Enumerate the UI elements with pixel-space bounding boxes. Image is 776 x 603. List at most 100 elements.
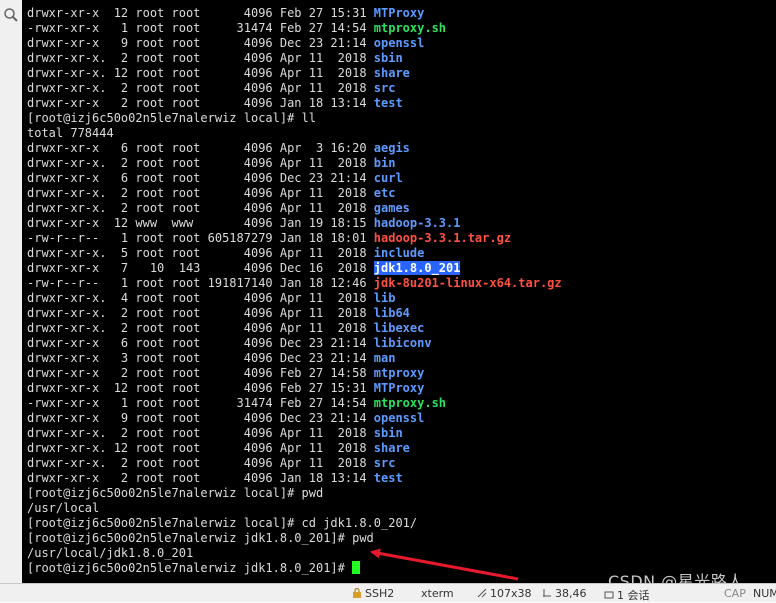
line-text: [root@izj6c50o02n5le7nalerwiz local]# cd… — [27, 516, 418, 530]
file-name: src — [373, 456, 396, 470]
line-text: drwxr-xr-x. 2 root root 4096 Apr 11 2018 — [27, 51, 374, 65]
line-text: total 778444 — [27, 126, 114, 140]
terminal-line: -rw-r--r-- 1 root root 191817140 Jan 18 … — [27, 276, 562, 291]
terminal-line: drwxr-xr-x. 2 root root 4096 Apr 11 2018… — [27, 186, 562, 201]
terminal-line: drwxr-xr-x. 2 root root 4096 Apr 11 2018… — [27, 201, 562, 216]
status-cursor-pos: 38,46 — [542, 587, 587, 600]
file-name: src — [373, 81, 396, 95]
terminal-line: drwxr-xr-x 6 root root 4096 Apr 3 16:20 … — [27, 141, 562, 156]
file-name: test — [373, 96, 403, 110]
terminal-line: drwxr-xr-x 12 root root 4096 Feb 27 15:3… — [27, 6, 562, 21]
line-text: /usr/local/jdk1.8.0_201 — [27, 546, 194, 560]
file-name: share — [373, 66, 410, 80]
terminal-line: [root@izj6c50o02n5le7nalerwiz jdk1.8.0_2… — [27, 561, 562, 576]
terminal-line: drwxr-xr-x 6 root root 4096 Dec 23 21:14… — [27, 336, 562, 351]
line-text: drwxr-xr-x 2 root root 4096 Jan 18 13:14 — [27, 471, 374, 485]
line-text: drwxr-xr-x. 2 root root 4096 Apr 11 2018 — [27, 456, 374, 470]
line-text: -rwxr-xr-x 1 root root 31474 Feb 27 14:5… — [27, 396, 374, 410]
terminal-line: drwxr-xr-x 7 10 143 4096 Dec 16 2018 jdk… — [27, 261, 562, 276]
line-text: drwxr-xr-x 6 root root 4096 Dec 23 21:14 — [27, 336, 374, 350]
terminal-line: [root@izj6c50o02n5le7nalerwiz jdk1.8.0_2… — [27, 531, 562, 546]
line-text: [root@izj6c50o02n5le7nalerwiz local]# pw… — [27, 486, 324, 500]
terminal-line: drwxr-xr-x 12 www www 4096 Jan 19 18:15 … — [27, 216, 562, 231]
resize-icon — [477, 588, 487, 598]
terminal-line: drwxr-xr-x. 2 root root 4096 Apr 11 2018… — [27, 426, 562, 441]
status-terminal-type: xterm — [421, 587, 454, 600]
line-text: drwxr-xr-x 6 root root 4096 Apr 3 16:20 — [27, 141, 374, 155]
search-icon[interactable] — [3, 7, 19, 23]
file-name: openssl — [373, 411, 425, 425]
terminal-line: drwxr-xr-x. 5 root root 4096 Apr 11 2018… — [27, 246, 562, 261]
line-text: drwxr-xr-x. 2 root root 4096 Apr 11 2018 — [27, 201, 374, 215]
line-text: drwxr-xr-x. 2 root root 4096 Apr 11 2018 — [27, 426, 374, 440]
terminal-line: drwxr-xr-x. 12 root root 4096 Apr 11 201… — [27, 441, 562, 456]
line-text: drwxr-xr-x 12 www www 4096 Jan 19 18:15 — [27, 216, 374, 230]
terminal-line: drwxr-xr-x 3 root root 4096 Dec 23 21:14… — [27, 351, 562, 366]
terminal-line: drwxr-xr-x. 2 root root 4096 Apr 11 2018… — [27, 156, 562, 171]
terminal-line: /usr/local/jdk1.8.0_201 — [27, 546, 562, 561]
file-name: libexec — [373, 321, 425, 335]
terminal-line: [root@izj6c50o02n5le7nalerwiz local]# ll — [27, 111, 562, 126]
file-name: mtproxy.sh — [373, 396, 447, 410]
line-text: drwxr-xr-x. 12 root root 4096 Apr 11 201… — [27, 66, 374, 80]
cursor-block — [352, 561, 361, 574]
status-sessions-label: 1 会话 — [617, 589, 650, 602]
file-name: include — [373, 246, 425, 260]
status-protocol-label: SSH2 — [365, 587, 395, 600]
line-text: [root@izj6c50o02n5le7nalerwiz jdk1.8.0_2… — [27, 561, 353, 575]
file-name: mtproxy — [373, 366, 425, 380]
line-text: -rw-r--r-- 1 root root 191817140 Jan 18 … — [27, 276, 374, 290]
file-name: hadoop-3.3.1 — [373, 216, 461, 230]
terminal-line: [root@izj6c50o02n5le7nalerwiz local]# cd… — [27, 516, 562, 531]
terminal-line: drwxr-xr-x 9 root root 4096 Dec 23 21:14… — [27, 36, 562, 51]
file-name: etc — [373, 186, 396, 200]
file-name: sbin — [373, 426, 403, 440]
file-name: MTProxy — [373, 6, 425, 20]
line-text: drwxr-xr-x. 2 root root 4096 Apr 11 2018 — [27, 186, 374, 200]
file-name: man — [373, 351, 396, 365]
line-text: -rw-r--r-- 1 root root 605187279 Jan 18 … — [27, 231, 374, 245]
line-text: drwxr-xr-x. 2 root root 4096 Apr 11 2018 — [27, 321, 374, 335]
line-text: /usr/local — [27, 501, 100, 515]
file-name: lib — [373, 291, 396, 305]
line-text: drwxr-xr-x 9 root root 4096 Dec 23 21:14 — [27, 36, 374, 50]
terminal-line: -rwxr-xr-x 1 root root 31474 Feb 27 14:5… — [27, 396, 562, 411]
cursor-position-icon — [543, 589, 551, 597]
file-name: sbin — [373, 51, 403, 65]
file-name: games — [373, 201, 410, 215]
terminal-line: drwxr-xr-x 6 root root 4096 Dec 23 21:14… — [27, 171, 562, 186]
file-name: aegis — [373, 141, 410, 155]
left-gutter — [0, 0, 23, 583]
file-name: mtproxy.sh — [373, 21, 447, 35]
file-name: lib64 — [373, 306, 410, 320]
terminal-output: drwxr-xr-x 12 root root 4096 Feb 27 15:3… — [27, 6, 562, 576]
terminal-line: drwxr-xr-x 2 root root 4096 Jan 18 13:14… — [27, 96, 562, 111]
line-text: drwxr-xr-x 2 root root 4096 Jan 18 13:14 — [27, 96, 374, 110]
file-name[interactable]: jdk1.8.0_201 — [373, 261, 461, 275]
status-caps: CAP — [724, 587, 746, 600]
file-name: jdk-8u201-linux-x64.tar.gz — [373, 276, 562, 290]
lock-icon — [353, 588, 361, 598]
file-name: MTProxy — [373, 381, 425, 395]
line-text: drwxr-xr-x 9 root root 4096 Dec 23 21:14 — [27, 411, 374, 425]
status-cursor-pos-label: 38,46 — [555, 587, 587, 600]
status-size-label: 107x38 — [490, 587, 532, 600]
terminal-line: drwxr-xr-x 9 root root 4096 Dec 23 21:14… — [27, 411, 562, 426]
terminal-line: drwxr-xr-x. 2 root root 4096 Apr 11 2018… — [27, 51, 562, 66]
session-icon — [604, 591, 614, 599]
line-text: drwxr-xr-x. 12 root root 4096 Apr 11 201… — [27, 441, 374, 455]
line-text: drwxr-xr-x. 5 root root 4096 Apr 11 2018 — [27, 246, 374, 260]
terminal-line: drwxr-xr-x. 2 root root 4096 Apr 11 2018… — [27, 306, 562, 321]
terminal-line: drwxr-xr-x. 12 root root 4096 Apr 11 201… — [27, 66, 562, 81]
line-text: drwxr-xr-x 12 root root 4096 Feb 27 15:3… — [27, 381, 374, 395]
file-name: curl — [373, 171, 403, 185]
status-size: 107x38 — [477, 587, 532, 600]
terminal-line: drwxr-xr-x. 2 root root 4096 Apr 11 2018… — [27, 321, 562, 336]
line-text: drwxr-xr-x. 2 root root 4096 Apr 11 2018 — [27, 306, 374, 320]
line-text: drwxr-xr-x. 2 root root 4096 Apr 11 2018 — [27, 81, 374, 95]
file-name: share — [373, 441, 410, 455]
terminal-line: [root@izj6c50o02n5le7nalerwiz local]# pw… — [27, 486, 562, 501]
terminal-window[interactable]: drwxr-xr-x 12 root root 4096 Feb 27 15:3… — [22, 0, 776, 583]
terminal-line: total 778444 — [27, 126, 562, 141]
terminal-line: drwxr-xr-x. 2 root root 4096 Apr 11 2018… — [27, 456, 562, 471]
